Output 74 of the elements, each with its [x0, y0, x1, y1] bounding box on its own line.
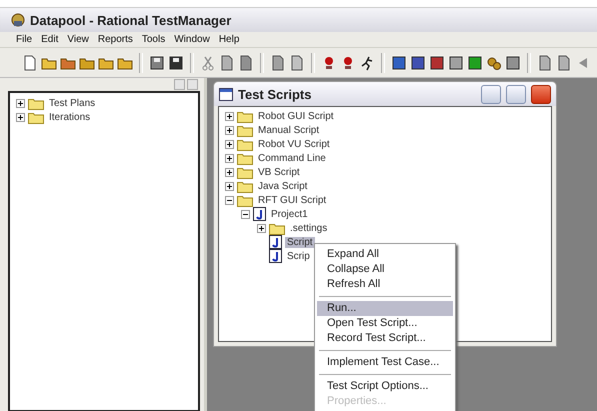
- tree-item[interactable]: Script: [285, 236, 315, 248]
- script-icon: [269, 249, 282, 263]
- folder-icon: [237, 138, 253, 150]
- folder-icon: [237, 194, 253, 206]
- tree-item[interactable]: Robot GUI Script: [256, 110, 336, 122]
- tree-item[interactable]: Command Line: [256, 152, 328, 164]
- menu-item[interactable]: Record Test Script...: [317, 331, 453, 346]
- tree-item[interactable]: .settings: [288, 222, 330, 234]
- menu-item[interactable]: Reports: [98, 34, 133, 45]
- document-icon[interactable]: [22, 54, 38, 70]
- tile-icon[interactable]: [448, 54, 464, 70]
- menu-item[interactable]: Test Script Options...: [317, 379, 453, 394]
- folder-icon: [269, 222, 285, 234]
- expand-toggle[interactable]: [225, 154, 234, 162]
- menu-item[interactable]: Expand All: [317, 247, 453, 262]
- menu-item[interactable]: Open Test Script...: [317, 316, 453, 331]
- menu-item[interactable]: Tools: [142, 34, 166, 45]
- tree-item[interactable]: VB Script: [256, 166, 302, 178]
- figure-icon[interactable]: [359, 54, 375, 70]
- tree-item[interactable]: Java Script: [256, 180, 310, 192]
- window-icon: [219, 88, 233, 100]
- script-icon: [269, 235, 282, 249]
- menu-item[interactable]: Edit: [41, 34, 58, 45]
- collapse-toggle[interactable]: [225, 196, 234, 204]
- tree-item[interactable]: Iterations: [47, 112, 92, 122]
- expand-toggle[interactable]: [225, 182, 234, 190]
- close-button[interactable]: [531, 84, 551, 104]
- tile-icon[interactable]: [410, 54, 426, 70]
- collapse-toggle[interactable]: [241, 210, 250, 218]
- tree-item[interactable]: Robot VU Script: [256, 138, 332, 150]
- expand-toggle[interactable]: [225, 112, 234, 120]
- document-icon[interactable]: [219, 54, 235, 70]
- app-icon: [10, 12, 26, 28]
- menu-item[interactable]: Refresh All: [317, 277, 453, 292]
- document-icon[interactable]: [556, 54, 572, 70]
- folder-icon: [237, 110, 253, 122]
- tree-item[interactable]: RFT GUI Script: [256, 194, 328, 206]
- menu-item[interactable]: Window: [174, 34, 210, 45]
- script-icon: [253, 207, 266, 221]
- menu-item[interactable]: View: [67, 34, 89, 45]
- menu-item[interactable]: Collapse All: [317, 262, 453, 277]
- tile-icon[interactable]: [429, 54, 445, 70]
- menu-item[interactable]: File: [16, 34, 32, 45]
- expand-toggle[interactable]: [16, 112, 25, 122]
- tree-item[interactable]: Manual Script: [256, 124, 322, 136]
- tile-icon[interactable]: [391, 54, 407, 70]
- expand-toggle[interactable]: [225, 126, 234, 134]
- folder-icon: [28, 110, 44, 124]
- minimize-button[interactable]: [481, 84, 501, 104]
- tree-item[interactable]: Project1: [269, 208, 310, 220]
- folder-icon: [237, 124, 253, 136]
- document-icon[interactable]: [289, 54, 305, 70]
- tile-icon[interactable]: [467, 54, 483, 70]
- folder-icon: [237, 152, 253, 164]
- expand-toggle[interactable]: [16, 98, 25, 108]
- document-icon[interactable]: [238, 54, 254, 70]
- folder-icon: [28, 96, 44, 110]
- tile-icon[interactable]: [505, 54, 521, 70]
- maximize-button[interactable]: [506, 84, 526, 104]
- document-icon[interactable]: [537, 54, 553, 70]
- window-title: Datapool - Rational TestManager: [30, 12, 232, 28]
- expand-toggle[interactable]: [225, 168, 234, 176]
- expand-toggle[interactable]: [225, 140, 234, 148]
- menu-item[interactable]: Implement Test Case...: [317, 355, 453, 370]
- tree-item[interactable]: Test Plans: [47, 98, 98, 108]
- tree-item[interactable]: Scrip: [285, 250, 312, 262]
- scissors-icon[interactable]: [200, 54, 216, 70]
- menu-item[interactable]: Help: [218, 34, 240, 45]
- folder-icon: [237, 180, 253, 192]
- menu-item[interactable]: Run...: [317, 301, 453, 316]
- expand-toggle[interactable]: [257, 224, 266, 232]
- folder-icon: [237, 166, 253, 178]
- document-icon[interactable]: [270, 54, 286, 70]
- window-title: Test Scripts: [238, 86, 312, 102]
